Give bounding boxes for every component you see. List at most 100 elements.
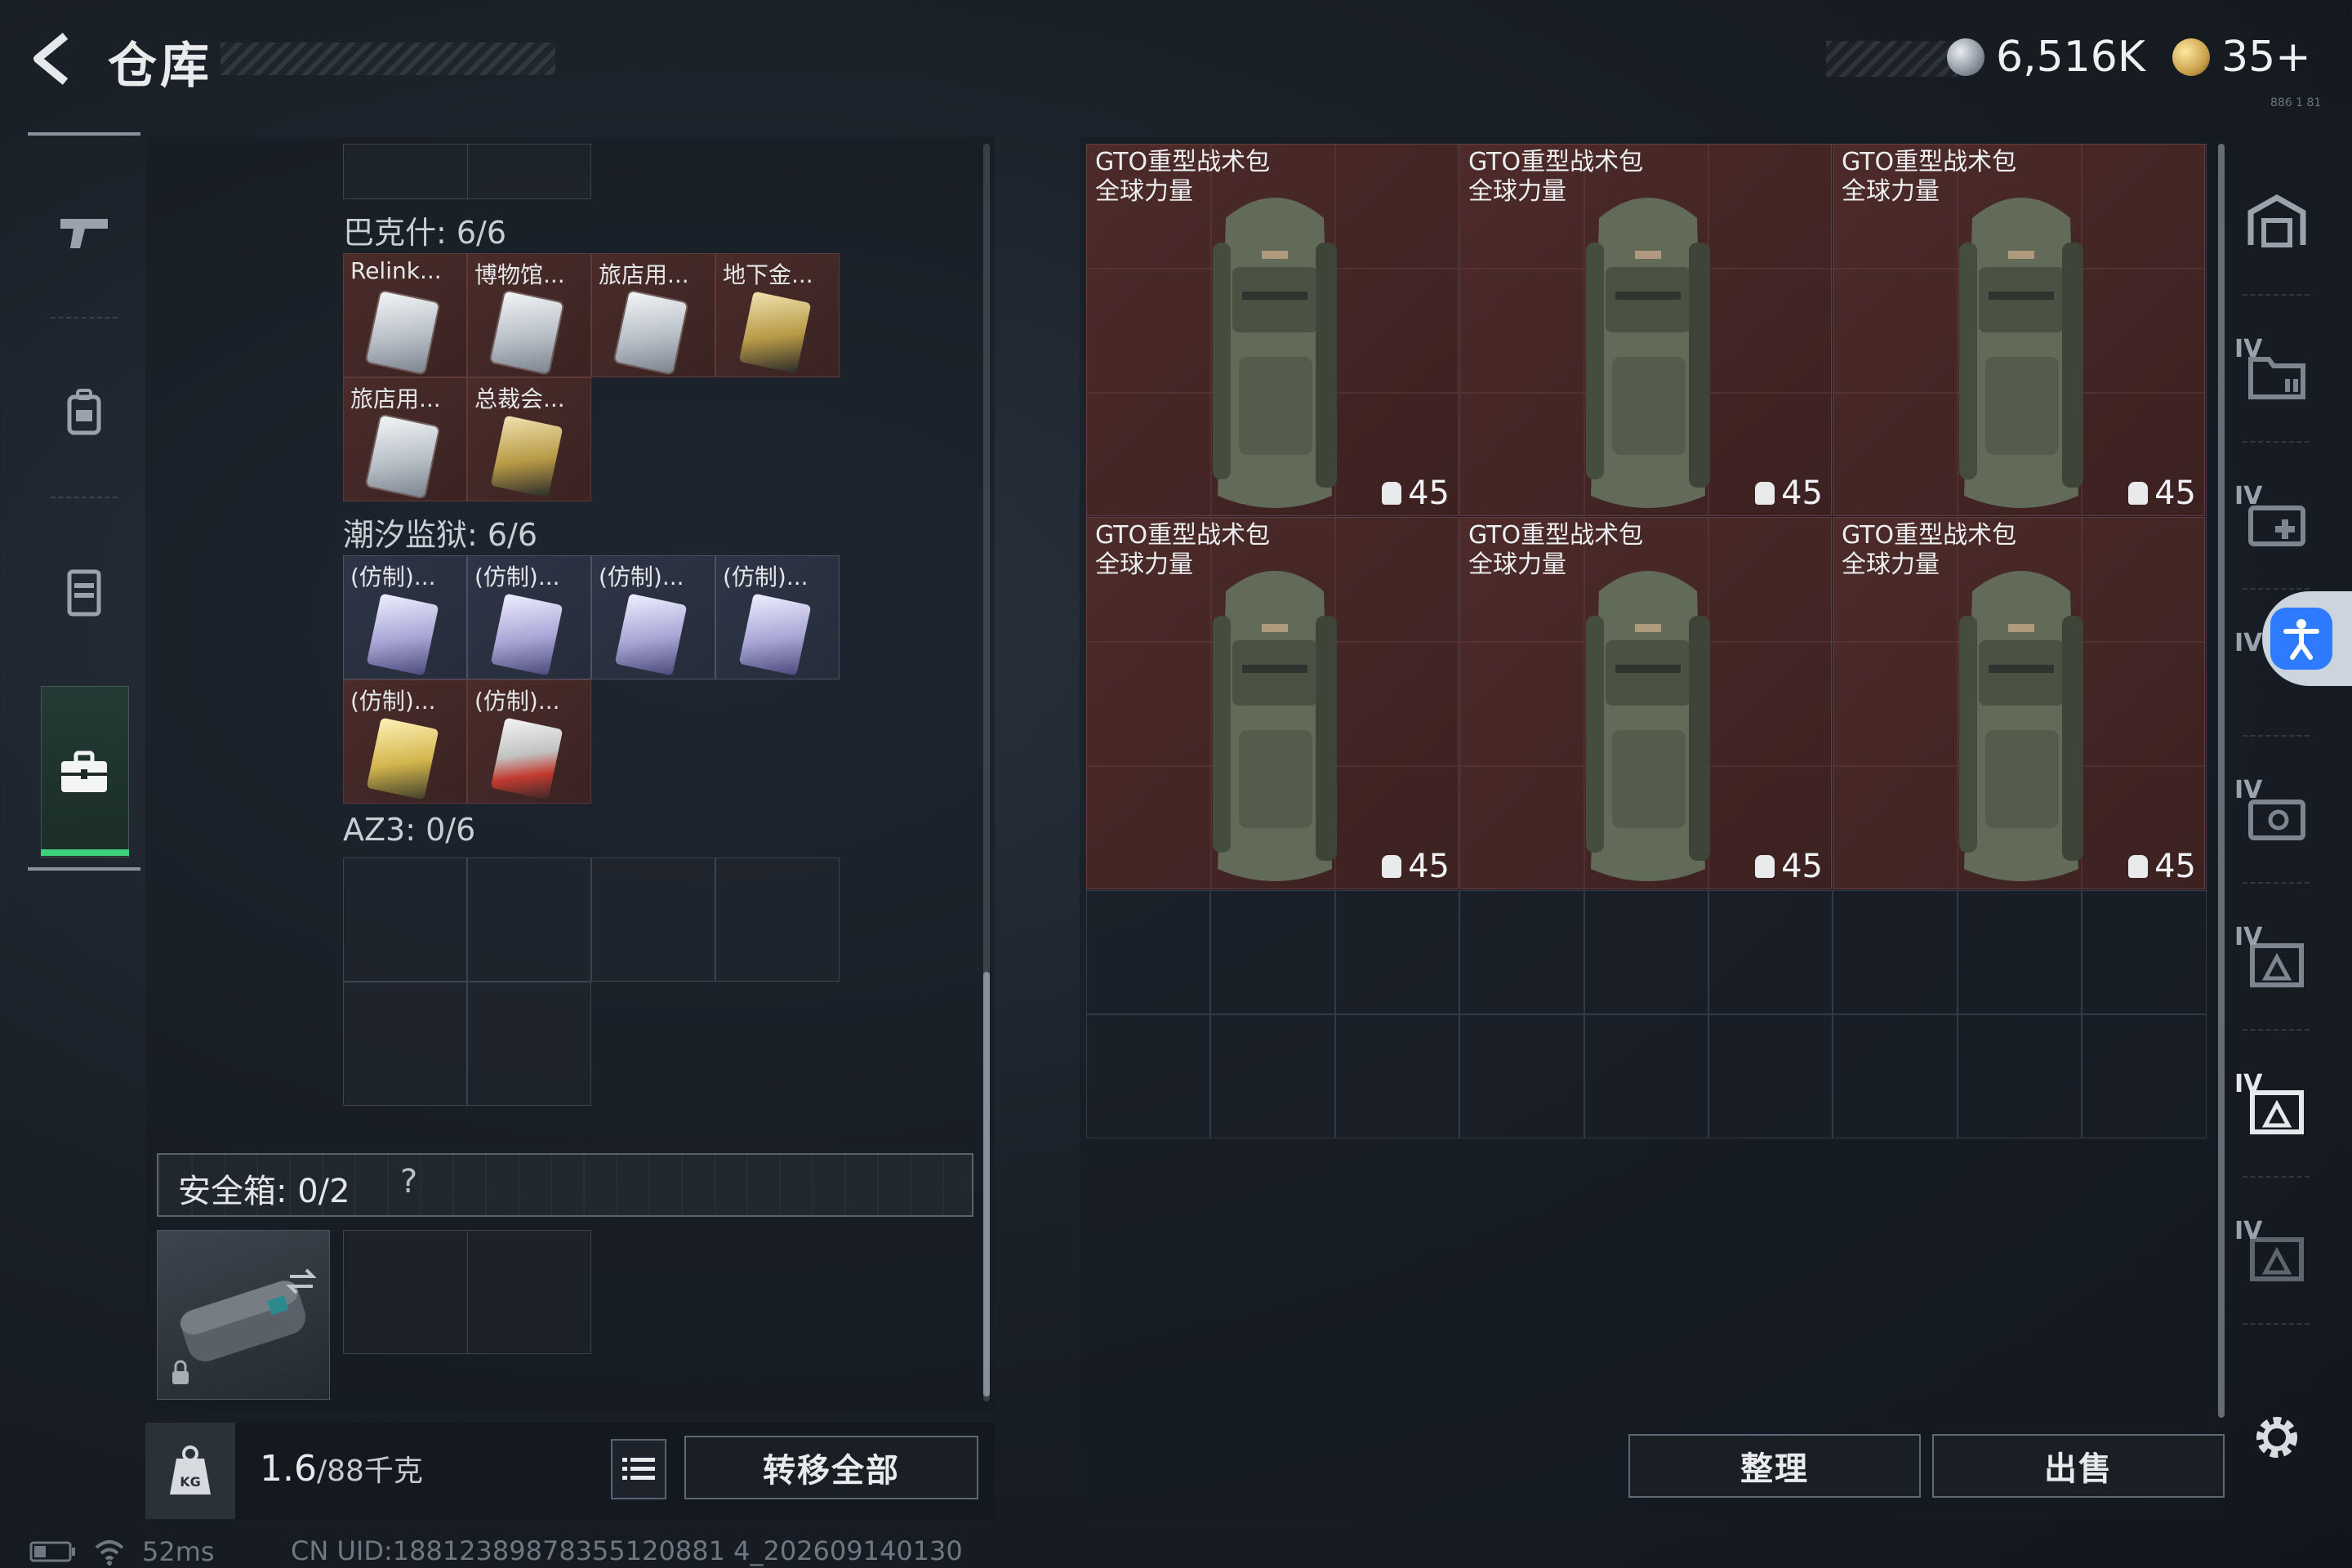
key-card-item[interactable]: 旅店用... [343,377,467,501]
empty-slot[interactable] [1210,1014,1335,1138]
item-label: 旅店用... [350,385,441,412]
transfer-all-button[interactable]: 转移全部 [684,1436,978,1499]
key-card-item[interactable]: (仿制)... [343,555,467,679]
storage-scrollbar-thumb[interactable] [2218,144,2225,1418]
settings-button[interactable] [2247,1408,2306,1467]
item-name: GTO重型战术包 全球力量 [1842,148,2016,207]
item-label: (仿制)... [350,688,436,715]
empty-slot[interactable] [1708,1014,1833,1138]
backpack-item[interactable]: GTO重型战术包 全球力量 45 [1086,144,1459,516]
storage-tab-2[interactable]: IV [2228,449,2326,596]
empty-slot[interactable] [715,858,840,982]
empty-slot[interactable] [1459,890,1584,1014]
storage-tab-5[interactable]: IV [2228,890,2326,1037]
storage-tab-all[interactable] [2228,147,2326,294]
tab-level-label: IV [2234,1070,2263,1098]
empty-slot[interactable] [1833,1014,1958,1138]
empty-slot[interactable] [1957,1014,2082,1138]
empty-slot[interactable] [1086,890,1211,1014]
tactical-backpack-image [1586,198,1710,508]
empty-slot[interactable] [1459,1014,1584,1138]
key-card-item[interactable]: (仿制)... [343,679,467,804]
backpack-item[interactable]: GTO重型战术包 全球力量 45 [1459,517,1832,889]
empty-slot[interactable] [343,858,467,982]
keycard-image [614,291,688,374]
empty-slot[interactable] [467,982,591,1106]
nav-top-line [28,132,140,136]
keycard-image [614,593,688,676]
backpack-item[interactable]: GTO重型战术包 全球力量 45 [1833,517,2205,889]
empty-slot[interactable] [1584,1014,1708,1138]
tab-level-label: IV [2234,1217,2263,1245]
back-button[interactable] [24,29,83,88]
empty-slot[interactable] [2082,890,2207,1014]
key-card-item[interactable]: 地下金... [715,253,840,377]
key-card-item[interactable]: 总裁会... [467,377,591,501]
empty-slot[interactable] [591,858,715,982]
backpack-item[interactable]: GTO重型战术包 全球力量 45 [1833,144,2205,516]
key-card-item[interactable]: Relink... [343,253,467,377]
item-name-line1: GTO重型战术包 [1468,148,1644,176]
sort-button[interactable]: 整理 [1628,1434,1921,1498]
empty-slot[interactable] [1584,890,1708,1014]
capacity-icon [1382,482,1402,505]
empty-slot[interactable] [467,858,591,982]
empty-slot[interactable] [1833,890,1958,1014]
nav-vest[interactable] [28,510,140,673]
item-capacity: 45 [1382,474,1450,512]
gear-icon [2256,1417,2297,1458]
gold-currency[interactable]: 35+ [2172,31,2311,83]
accessibility-icon [2270,608,2332,670]
tactical-backpack-image [1213,571,1337,881]
storage-tab-4[interactable]: IV [2228,743,2326,890]
item-brand: 全球力量 [1468,550,1566,579]
list-view-button[interactable] [611,1439,666,1499]
key-card-item[interactable]: 旅店用... [591,253,715,377]
backpack-scrollbar-thumb[interactable] [983,972,990,1396]
storage-tab-1[interactable]: IV [2228,302,2326,449]
empty-slot[interactable] [343,982,467,1106]
nav-safebox[interactable] [28,691,140,854]
backpack-icon [67,389,101,435]
item-brand: 全球力量 [1468,177,1566,206]
empty-slot[interactable] [1086,1014,1211,1138]
sell-button[interactable]: 出售 [1932,1434,2225,1498]
key-card-item[interactable]: (仿制)... [467,679,591,804]
empty-slot[interactable] [1334,890,1460,1014]
user-uid: CN UID:18812389878355120881 4_2026091401… [291,1535,963,1566]
key-card-item[interactable]: 博物馆... [467,253,591,377]
item-name: GTO重型战术包 全球力量 [1095,148,1270,207]
keycard-image [366,593,439,676]
item-label: (仿制)... [474,688,560,715]
weight-value: 1.6 [260,1448,317,1490]
empty-slot[interactable] [1957,890,2082,1014]
weight-icon: KG [170,1446,211,1494]
item-label: (仿制)... [350,564,436,590]
nav-gear[interactable] [28,330,140,493]
empty-slot[interactable] [1210,890,1335,1014]
safebox-container[interactable] [157,1230,330,1400]
keycard-image [490,717,564,800]
column-separator [2243,441,2310,443]
column-separator [2243,882,2310,884]
backpack-item[interactable]: GTO重型战术包 全球力量 45 [1459,144,1832,516]
silver-currency[interactable]: 6,516K [1947,31,2145,83]
safebox-help-button[interactable]: ? [400,1163,417,1200]
empty-slot[interactable] [1334,1014,1460,1138]
storage-tab-7[interactable]: IV [2228,1184,2326,1331]
storage-empty-rows [1086,890,2207,1138]
item-label: 博物馆... [474,261,565,288]
accessibility-button[interactable] [2262,591,2352,686]
empty-slot[interactable] [1708,890,1833,1014]
gold-coin-icon [2172,38,2210,76]
vest-icon [67,569,101,617]
nav-weapons[interactable] [28,150,140,314]
backpack-item[interactable]: GTO重型战术包 全球力量 45 [1086,517,1459,889]
key-card-item[interactable]: (仿制)... [591,555,715,679]
tactical-backpack-image [1959,571,2083,881]
key-card-item[interactable]: (仿制)... [467,555,591,679]
key-card-item[interactable]: (仿制)... [715,555,840,679]
title-decoration [220,42,555,75]
empty-slot[interactable] [2082,1014,2207,1138]
storage-tab-6[interactable]: IV [2228,1037,2326,1184]
